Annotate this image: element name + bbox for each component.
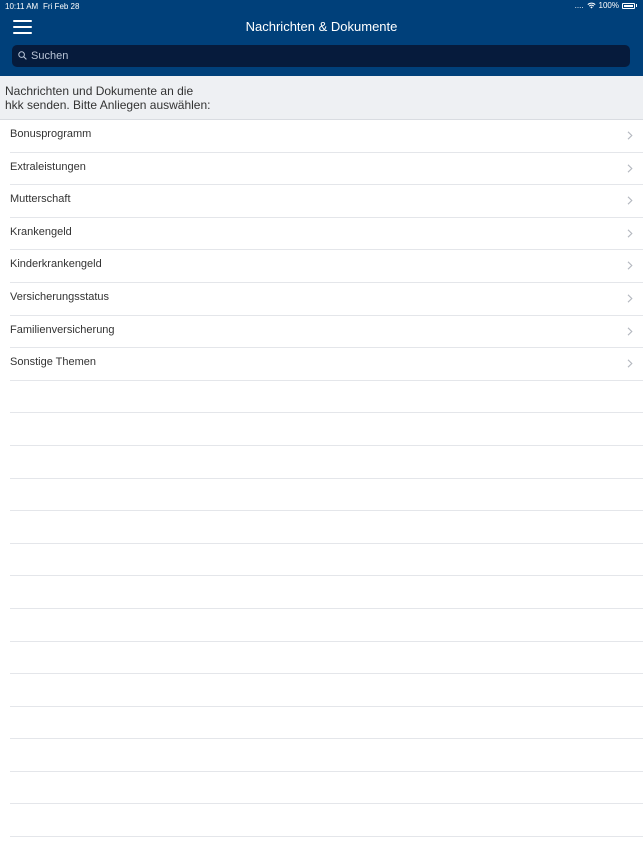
topic-label: Mutterschaft	[10, 193, 71, 206]
chevron-right-icon	[627, 163, 633, 173]
signal-dots: ....	[574, 1, 584, 10]
app-header: 10:11 AM Fri Feb 28 .... 100% Nachrichte…	[0, 0, 643, 76]
topic-item-sonstige-themen[interactable]: Sonstige Themen	[10, 348, 643, 381]
chevron-right-icon	[627, 196, 633, 205]
topic-item-krankengeld[interactable]: Krankengeld	[10, 218, 643, 251]
search-bar[interactable]	[12, 45, 630, 67]
empty-row	[10, 413, 643, 446]
chevron-right-icon	[627, 294, 633, 303]
empty-row	[10, 479, 643, 512]
empty-row	[10, 739, 643, 772]
search-input[interactable]	[31, 48, 621, 64]
status-indicators: .... 100%	[575, 1, 637, 10]
battery-icon	[622, 2, 635, 9]
empty-row	[10, 772, 643, 805]
empty-row	[10, 804, 643, 838]
topic-item-familienversicherung[interactable]: Familienversicherung	[10, 316, 643, 349]
status-date: Fri Feb 28	[43, 2, 80, 11]
empty-row	[10, 446, 643, 479]
chevron-right-icon	[627, 326, 633, 336]
topic-item-bonusprogramm[interactable]: Bonusprogramm	[10, 120, 643, 153]
empty-row	[10, 642, 643, 675]
page-title: Nachrichten & Dokumente	[245, 19, 398, 34]
topic-item-extraleistungen[interactable]: Extraleistungen	[10, 153, 643, 186]
empty-row	[10, 609, 643, 642]
chevron-right-icon	[627, 261, 633, 270]
topic-item-versicherungsstatus[interactable]: Versicherungsstatus	[10, 283, 643, 316]
topic-label: Kinderkrankengeld	[10, 258, 102, 271]
chevron-right-icon	[627, 359, 633, 368]
intro-text: Nachrichten und Dokumente an die hkk sen…	[5, 84, 211, 112]
chevron-right-icon	[627, 131, 633, 140]
topic-label: Extraleistungen	[10, 160, 86, 173]
empty-row	[10, 674, 643, 707]
empty-row	[10, 381, 643, 414]
topic-list: Bonusprogramm Extraleistungen Mutterscha…	[0, 120, 643, 838]
topic-label: Sonstige Themen	[10, 356, 97, 369]
topic-label: Bonusprogramm	[10, 128, 92, 140]
topic-item-mutterschaft[interactable]: Mutterschaft	[10, 185, 643, 218]
battery-tip	[636, 4, 637, 7]
status-time: 10:11 AM	[5, 2, 39, 11]
empty-row	[10, 707, 643, 740]
status-bar: 10:11 AM Fri Feb 28 .... 100%	[0, 0, 643, 13]
empty-row	[10, 544, 643, 577]
topic-label: Krankengeld	[10, 225, 72, 238]
topic-label: Familienversicherung	[10, 323, 115, 336]
empty-row	[10, 576, 643, 609]
battery-percent: 100%	[598, 1, 619, 10]
chevron-right-icon	[627, 229, 633, 238]
search-icon	[18, 51, 27, 60]
empty-row	[10, 511, 643, 544]
topic-item-kinderkrankengeld[interactable]: Kinderkrankengeld	[10, 250, 643, 283]
intro-section: Nachrichten und Dokumente an die hkk sen…	[0, 76, 643, 120]
wifi-icon	[586, 2, 596, 9]
topic-label: Versicherungsstatus	[10, 290, 110, 303]
